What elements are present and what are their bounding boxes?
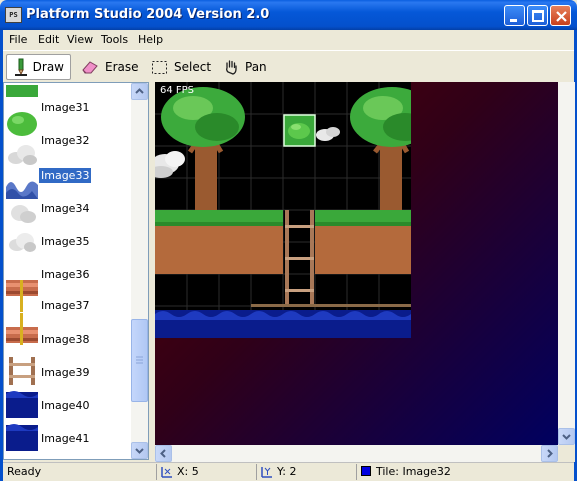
tree-sprite [350, 87, 411, 212]
title-bar[interactable]: PS Platform Studio 2004 Version 2.0 [0, 0, 577, 30]
window-title: Platform Studio 2004 Version 2.0 [26, 7, 270, 22]
image-label-selected: Image33 [39, 168, 92, 183]
list-item[interactable]: Image39 [4, 353, 130, 386]
chevron-left-icon [160, 449, 166, 458]
list-item[interactable]: Image38 [4, 313, 130, 346]
scroll-down-button[interactable] [558, 428, 575, 445]
cloud-thumbnail [9, 233, 36, 252]
cloud-thumbnail [8, 145, 37, 165]
status-tile: Tile: Image32 [356, 464, 574, 480]
image-label: Image41 [41, 432, 90, 445]
water-thumbnail [6, 391, 38, 418]
image-label: Image38 [41, 333, 90, 346]
menu-file[interactable]: File [9, 33, 27, 46]
x-value: X: 5 [177, 465, 199, 478]
menu-bar: File Edit View Tools Help [3, 30, 574, 49]
erase-label: Erase [105, 60, 139, 74]
list-item[interactable]: Image40 [4, 386, 130, 419]
list-item[interactable]: Image37 [4, 280, 130, 313]
game-canvas[interactable]: 64 FPS [155, 82, 558, 445]
menu-help[interactable]: Help [138, 33, 163, 46]
status-ready: Ready [7, 465, 42, 478]
y-value: Y: 2 [277, 465, 297, 478]
image-label: Image39 [41, 366, 90, 379]
list-item[interactable]: Image34 [4, 197, 130, 230]
status-y-coordinate: Y: 2 [256, 464, 353, 480]
marquee-select-icon [152, 60, 167, 74]
brick-ledge-thumbnail [6, 280, 38, 312]
close-icon [556, 11, 567, 22]
image-label: Image35 [41, 235, 90, 248]
menu-tools[interactable]: Tools [101, 33, 128, 46]
scroll-up-button[interactable] [131, 83, 148, 100]
app-icon: PS [5, 7, 22, 23]
toolbar: Draw Erase Select Pan [3, 50, 574, 81]
close-button[interactable] [550, 5, 571, 26]
image-label: Image37 [41, 299, 90, 312]
tree-sprite [161, 87, 245, 212]
chevron-down-icon [562, 434, 571, 440]
water-wave-thumbnail [6, 181, 38, 199]
bridge-sprite [251, 304, 411, 307]
ladder-thumbnail [6, 353, 38, 385]
hand-icon [226, 60, 237, 75]
game-viewport[interactable] [155, 82, 411, 338]
menu-edit[interactable]: Edit [38, 33, 59, 46]
cloud-sprite [155, 151, 185, 178]
cloud-thumbnail [11, 205, 36, 223]
status-bar: Ready X: 5 Y: 2 Tile: Image32 [3, 462, 574, 481]
draw-label: Draw [32, 60, 64, 74]
pan-tool-button[interactable]: Pan [217, 54, 273, 80]
image-label: Image34 [41, 202, 90, 215]
grip-icon [136, 356, 143, 364]
tile-value: Tile: Image32 [376, 465, 451, 478]
list-item[interactable]: Image41 [4, 419, 130, 452]
image-list[interactable]: Image31 Image32 Image33 Image34 Image35 … [3, 82, 149, 460]
ladder-sprite [285, 210, 314, 306]
list-scrollbar[interactable] [131, 83, 148, 459]
list-item[interactable]: Image35 [4, 227, 130, 260]
status-x-coordinate: X: 5 [156, 464, 253, 480]
pan-label: Pan [245, 60, 267, 74]
chevron-down-icon [135, 448, 144, 454]
tile-cursor [283, 114, 340, 147]
pencil-icon [15, 58, 27, 76]
water-sprite [155, 310, 411, 338]
scroll-left-button[interactable] [155, 445, 172, 462]
canvas-horizontal-scrollbar[interactable] [155, 445, 558, 462]
canvas-vertical-scrollbar[interactable] [558, 82, 575, 445]
list-item[interactable]: Image33 [4, 167, 130, 200]
minimize-icon [510, 19, 517, 22]
minimize-button[interactable] [504, 5, 525, 26]
select-tool-button[interactable]: Select [145, 54, 217, 80]
ground-platform [155, 210, 411, 274]
eraser-icon [82, 61, 98, 74]
maximize-icon [532, 10, 544, 22]
scroll-down-button[interactable] [131, 442, 148, 459]
chevron-right-icon [547, 449, 553, 458]
list-scroll-thumb[interactable] [131, 319, 148, 402]
scroll-right-button[interactable] [541, 445, 558, 462]
chevron-up-icon [135, 88, 144, 94]
erase-tool-button[interactable]: Erase [75, 54, 145, 80]
maximize-button[interactable] [527, 5, 548, 26]
image-label: Image40 [41, 399, 90, 412]
scrollbar-corner [558, 445, 575, 462]
brick-ledge-thumbnail [6, 313, 38, 345]
fps-counter: 64 FPS [160, 85, 195, 96]
select-label: Select [174, 60, 212, 74]
tile-color-swatch [361, 466, 371, 476]
menu-view[interactable]: View [67, 33, 93, 46]
water-thumbnail [6, 424, 38, 451]
x-axis-icon [161, 467, 172, 478]
y-axis-icon [261, 467, 272, 478]
draw-tool-button[interactable]: Draw [6, 54, 71, 80]
